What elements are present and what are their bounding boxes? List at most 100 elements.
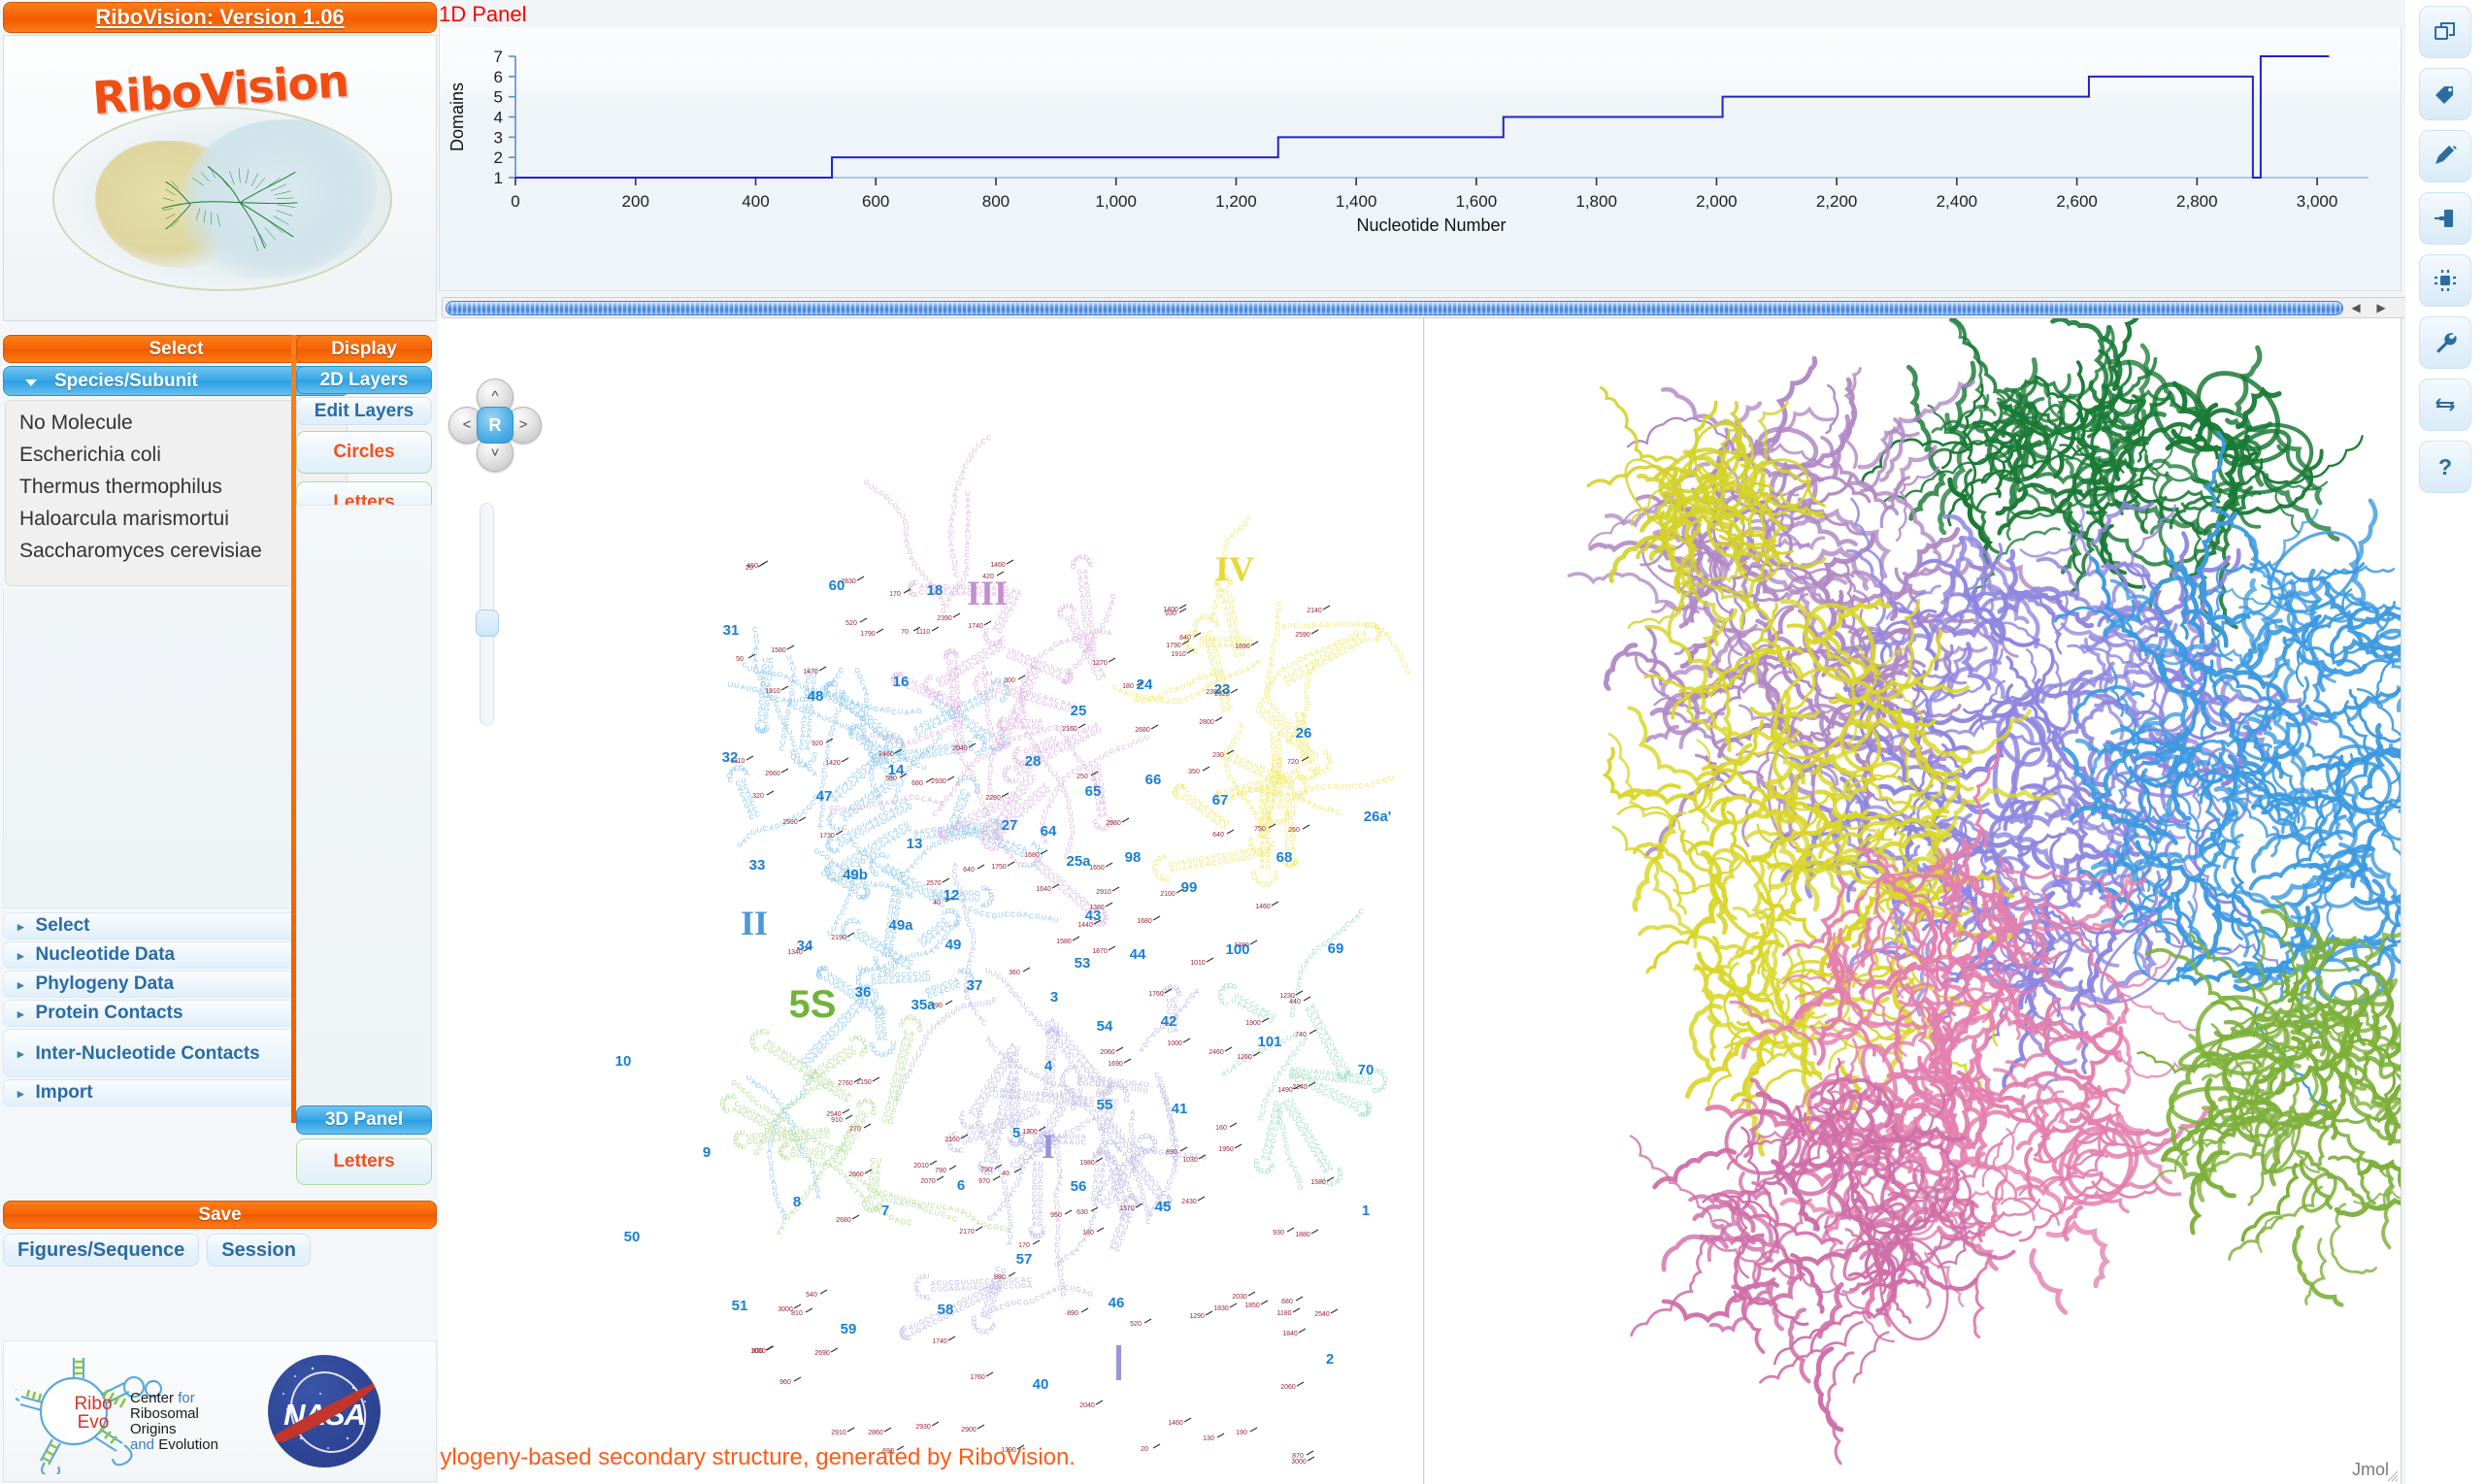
resize-grip-icon[interactable] (2383, 1467, 2399, 1482)
ribosome-3d-render[interactable] (1425, 318, 2402, 1484)
svg-text:A: A (1309, 755, 1314, 764)
panel-3d-jmol-viewer[interactable]: Jmol (1425, 318, 2402, 1484)
svg-text:A: A (1009, 852, 1013, 861)
svg-text:55: 55 (1097, 1097, 1113, 1113)
species-label: No Molecule (19, 412, 133, 434)
svg-text:A: A (856, 918, 861, 927)
tab-edit-layers[interactable]: Edit Layers (296, 397, 432, 425)
svg-text:C: C (1321, 782, 1327, 791)
question-icon[interactable]: ? (2419, 441, 2471, 493)
svg-text:1420: 1420 (825, 760, 841, 767)
svg-text:C: C (1064, 1129, 1070, 1138)
svg-text:C: C (909, 793, 914, 802)
svg-text:40: 40 (933, 900, 941, 907)
svg-text:C: C (1041, 1096, 1046, 1105)
gear-icon[interactable] (2419, 254, 2471, 307)
svg-text:C: C (763, 824, 769, 833)
svg-text:2060: 2060 (1100, 1049, 1115, 1056)
svg-text:U: U (921, 763, 926, 772)
svg-text:36: 36 (855, 984, 872, 1001)
save-figures-sequence-button[interactable]: Figures/Sequence (3, 1234, 200, 1267)
svg-text:C: C (1294, 710, 1300, 719)
svg-text:C: C (996, 973, 1002, 981)
svg-text:U: U (921, 940, 926, 948)
pencil-icon[interactable] (2419, 130, 2471, 182)
svg-text:8: 8 (793, 1194, 801, 1210)
svg-text:A: A (1005, 1114, 1010, 1123)
svg-text:49a: 49a (888, 917, 913, 934)
svg-text:A: A (877, 742, 881, 750)
layer-circles-button[interactable]: Circles (296, 431, 432, 474)
scrollbar-thumb[interactable] (446, 300, 2343, 315)
svg-text:G: G (996, 744, 1002, 753)
svg-text:U: U (1011, 1299, 1015, 1307)
app-title: RiboVision: Version 1.06 (95, 5, 345, 29)
svg-text:35a: 35a (911, 997, 936, 1013)
svg-text:G: G (899, 752, 905, 761)
scroll-left-arrow-icon[interactable]: ◀ (2343, 301, 2369, 314)
svg-text:G: G (1131, 1153, 1137, 1162)
svg-text:1580: 1580 (1056, 939, 1072, 945)
tag-icon[interactable] (2419, 68, 2471, 120)
svg-text:2140: 2140 (1307, 608, 1322, 614)
svg-text:G: G (926, 936, 932, 944)
svg-text:C: C (1288, 720, 1294, 729)
svg-text:67: 67 (1212, 792, 1229, 808)
svg-text:2070: 2070 (920, 1178, 936, 1185)
svg-text:G: G (1277, 803, 1283, 811)
copy-windows-icon[interactable] (2419, 6, 2471, 58)
panel3d-letters-button[interactable]: Letters (296, 1138, 432, 1185)
svg-text:A: A (1175, 684, 1179, 693)
scroll-right-arrow-icon[interactable]: ▶ (2369, 301, 2394, 314)
svg-text:G: G (1333, 652, 1339, 661)
svg-text:66: 66 (1145, 772, 1162, 788)
save-figures-label: Figures/Sequence (17, 1239, 185, 1261)
svg-text:G: G (888, 1213, 894, 1222)
svg-text:G: G (911, 1198, 917, 1206)
save-session-button[interactable]: Session (207, 1234, 311, 1267)
pin-icon[interactable] (2419, 192, 2471, 245)
panel-1d-title: 1D Panel (439, 2, 527, 26)
svg-text:2860: 2860 (868, 1430, 883, 1436)
panel-1d[interactable]: 1 2 3 4 5 6 7 0 200 400 600 800 1,000 1,200 1,400 1,600… (439, 27, 2402, 291)
svg-text:A: A (1049, 695, 1054, 704)
arrows-lr-icon[interactable] (2419, 379, 2471, 431)
svg-text:U: U (979, 752, 984, 761)
display-header[interactable]: Display (296, 335, 432, 363)
svg-text:2,600: 2,600 (2056, 192, 2098, 211)
svg-text:920: 920 (812, 741, 823, 747)
svg-text:U: U (846, 783, 851, 792)
svg-text:1680: 1680 (1024, 852, 1040, 859)
svg-text:G: G (972, 1314, 977, 1323)
svg-text:G: G (888, 1117, 894, 1126)
svg-text:G: G (1157, 691, 1163, 700)
svg-text:A: A (846, 1091, 851, 1100)
svg-text:890: 890 (1067, 1310, 1078, 1317)
svg-text:Nucleotide Number: Nucleotide Number (1356, 215, 1506, 235)
svg-text:2460: 2460 (878, 751, 894, 758)
svg-text:G: G (911, 737, 917, 745)
svg-text:G: G (1228, 850, 1234, 859)
svg-text:25: 25 (1071, 703, 1087, 719)
panel-2d[interactable]: ^ < > ˅ R GUCAAUUGUCGCAGUUACUCGUUUUCAAUA… (439, 318, 1424, 1484)
svg-text:A: A (1214, 621, 1219, 630)
save-section-header[interactable]: Save (3, 1201, 437, 1229)
tab-2d-layers[interactable]: 2D Layers (296, 366, 432, 394)
sidebar-item-label: Protein Contacts (35, 1003, 183, 1023)
svg-text:U: U (746, 1132, 751, 1140)
svg-text:A: A (948, 1204, 953, 1213)
svg-text:1640: 1640 (1036, 886, 1051, 893)
panel-2d-caption: hylogeny-based secondary structure, gene… (439, 1444, 1076, 1470)
tab-3d-panel[interactable]: 3D Panel (296, 1105, 432, 1135)
secondary-structure-diagram[interactable]: GUCAAUUGUCGCAGUUACUCGU U U U C A A U A G G C A C U A C C A… (439, 318, 1424, 1484)
svg-text:130: 130 (1203, 1435, 1214, 1442)
wrench-icon[interactable] (2419, 316, 2471, 369)
svg-text:A: A (816, 711, 821, 720)
svg-text:C: C (991, 996, 997, 1005)
panel-1d-horizontal-scrollbar[interactable]: ◀ ▶ (442, 297, 2466, 318)
svg-text:?: ? (2438, 454, 2452, 479)
svg-text:1,400: 1,400 (1336, 192, 1377, 211)
svg-text:C: C (1229, 635, 1235, 643)
svg-text:630: 630 (1077, 1209, 1088, 1216)
svg-text:U: U (1227, 1067, 1232, 1075)
